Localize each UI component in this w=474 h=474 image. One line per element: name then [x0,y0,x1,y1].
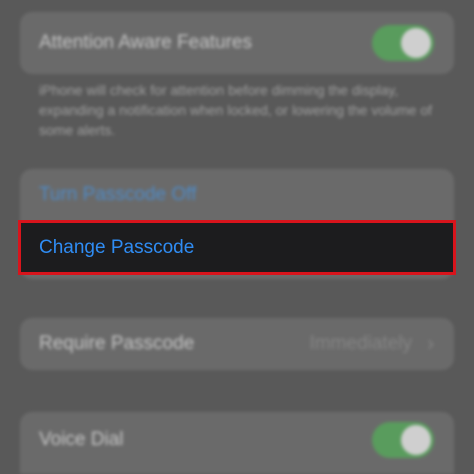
attention-group: Attention Aware Features [20,12,454,74]
voice-dial-toggle[interactable] [372,422,434,458]
chevron-right-icon: › [427,332,434,355]
toggle-knob [401,425,431,455]
voice-dial-group: Voice Dial [20,412,454,474]
voice-dial-label: Voice Dial [39,429,124,450]
turn-passcode-off-label: Turn Passcode Off [39,184,197,205]
turn-passcode-off-row[interactable]: Turn Passcode Off [20,169,454,221]
require-passcode-label: Require Passcode [39,333,195,354]
attention-label: Attention Aware Features [39,32,252,53]
require-passcode-group: Require Passcode Immediately › [20,318,454,370]
attention-row[interactable]: Attention Aware Features [20,12,454,74]
toggle-knob [401,28,431,58]
voice-dial-row[interactable]: Voice Dial [20,412,454,468]
require-passcode-row[interactable]: Require Passcode Immediately › [20,318,454,370]
settings-screen: Attention Aware Features iPhone will che… [0,0,474,474]
attention-footer: iPhone will check for attention before d… [39,82,433,138]
attention-toggle[interactable] [372,25,434,61]
change-passcode-row[interactable]: Change Passcode [18,220,456,275]
require-passcode-value: Immediately [309,333,412,354]
change-passcode-label: Change Passcode [39,236,195,258]
